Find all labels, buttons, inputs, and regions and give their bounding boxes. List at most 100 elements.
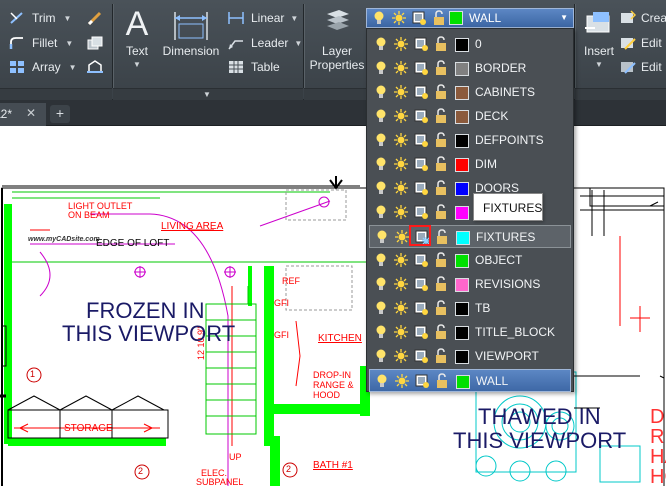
freeze-sun-icon[interactable] (391, 10, 407, 26)
lock-icon[interactable] (433, 84, 449, 100)
layer-row[interactable]: DIM (369, 153, 571, 176)
freeze-sun-icon[interactable] (394, 373, 410, 389)
lock-icon[interactable] (433, 36, 449, 52)
layer-row[interactable]: VIEWPORT (369, 345, 571, 368)
array-dropdown-arrow[interactable]: ▼ (69, 63, 77, 72)
layer-dropdown-current[interactable]: WALL ▼ (366, 8, 574, 28)
viewport-freeze-icon[interactable] (413, 132, 429, 148)
on-off-bulb-icon[interactable] (373, 324, 389, 340)
lock-icon[interactable] (433, 108, 449, 124)
on-off-bulb-icon[interactable] (373, 132, 389, 148)
viewport-freeze-icon[interactable] (413, 300, 429, 316)
lock-icon[interactable] (433, 324, 449, 340)
annotation-expand-arrow[interactable]: ▼ (203, 90, 211, 99)
on-off-bulb-icon[interactable] (373, 156, 389, 172)
freeze-sun-icon[interactable] (393, 108, 409, 124)
insert-button[interactable]: Insert ▼ (579, 6, 619, 69)
dropdown-arrow-icon[interactable]: ▼ (560, 13, 568, 22)
annotation-panel-footer[interactable]: ▼ (113, 88, 303, 100)
text-button[interactable]: A Text ▼ (119, 6, 155, 69)
on-off-bulb-icon[interactable] (373, 180, 389, 196)
trim-dropdown-arrow[interactable]: ▼ (64, 14, 72, 23)
layer-row[interactable]: REVISIONS (369, 273, 571, 296)
layer-row[interactable]: TITLE_BLOCK (369, 321, 571, 344)
on-off-bulb-icon[interactable] (374, 373, 390, 389)
layer-row[interactable]: FIXTURES (369, 225, 571, 248)
freeze-sun-icon[interactable] (393, 132, 409, 148)
freeze-sun-icon[interactable] (393, 60, 409, 76)
leader-dropdown-arrow[interactable]: ▼ (294, 39, 302, 48)
viewport-freeze-icon[interactable] (413, 252, 429, 268)
lock-icon[interactable] (434, 229, 450, 245)
freeze-sun-icon[interactable] (393, 300, 409, 316)
freeze-sun-icon[interactable] (393, 84, 409, 100)
edit-block-button[interactable]: Edit (619, 33, 662, 53)
layer-row[interactable]: WALL (369, 369, 571, 392)
freeze-sun-icon[interactable] (393, 204, 409, 220)
new-tab-button[interactable]: + (50, 105, 70, 123)
document-tab[interactable]: a2* ✕ (0, 103, 46, 126)
trim-button[interactable]: Trim ▼ (8, 8, 71, 28)
on-off-bulb-icon[interactable] (371, 10, 387, 26)
on-off-bulb-icon[interactable] (373, 348, 389, 364)
viewport-freeze-icon[interactable] (413, 204, 429, 220)
on-off-bulb-icon[interactable] (373, 276, 389, 292)
freeze-sun-icon[interactable] (393, 252, 409, 268)
freeze-sun-icon[interactable] (394, 229, 410, 245)
lock-icon[interactable] (433, 348, 449, 364)
erase-icon[interactable] (86, 10, 104, 31)
layer-row[interactable]: CABINETS (369, 81, 571, 104)
lock-icon[interactable] (433, 60, 449, 76)
freeze-sun-icon[interactable] (393, 180, 409, 196)
stretch-icon[interactable] (86, 59, 104, 80)
viewport-freeze-icon[interactable] (413, 84, 429, 100)
on-off-bulb-icon[interactable] (374, 229, 390, 245)
viewport-freeze-icon[interactable] (413, 156, 429, 172)
lock-icon[interactable] (433, 300, 449, 316)
layer-row[interactable]: BORDER (369, 57, 571, 80)
viewport-freeze-icon[interactable] (414, 373, 430, 389)
fillet-dropdown-arrow[interactable]: ▼ (65, 39, 73, 48)
on-off-bulb-icon[interactable] (373, 84, 389, 100)
on-off-bulb-icon[interactable] (373, 252, 389, 268)
viewport-freeze-icon[interactable] (413, 348, 429, 364)
on-off-bulb-icon[interactable] (373, 60, 389, 76)
copy-icon[interactable] (86, 35, 104, 56)
lock-icon[interactable] (433, 156, 449, 172)
layer-row[interactable]: 0 (369, 33, 571, 56)
viewport-freeze-icon[interactable] (413, 108, 429, 124)
viewport-freeze-icon[interactable] (413, 276, 429, 292)
linear-dropdown-arrow[interactable]: ▼ (290, 14, 298, 23)
freeze-sun-icon[interactable] (393, 324, 409, 340)
highlighted-viewport-freeze-toggle[interactable] (409, 225, 431, 246)
viewport-freeze-icon[interactable] (411, 10, 427, 26)
fillet-button[interactable]: Fillet ▼ (8, 33, 73, 53)
create-block-button[interactable]: Crea (619, 8, 666, 28)
freeze-sun-icon[interactable] (393, 348, 409, 364)
lock-icon[interactable] (433, 180, 449, 196)
layer-row[interactable]: DEFPOINTS (369, 129, 571, 152)
array-button[interactable]: Array ▼ (8, 57, 77, 77)
viewport-freeze-icon[interactable] (413, 60, 429, 76)
linear-button[interactable]: Linear ▼ (227, 8, 298, 28)
layer-row[interactable]: OBJECT (369, 249, 571, 272)
on-off-bulb-icon[interactable] (373, 300, 389, 316)
edit-attributes-button[interactable]: Edit (619, 57, 662, 77)
leader-button[interactable]: Leader ▼ (227, 33, 302, 53)
lock-icon[interactable] (433, 276, 449, 292)
on-off-bulb-icon[interactable] (373, 204, 389, 220)
freeze-sun-icon[interactable] (393, 36, 409, 52)
layer-properties-button[interactable]: Layer Properties (308, 6, 366, 72)
viewport-freeze-icon[interactable] (413, 324, 429, 340)
lock-icon[interactable] (434, 373, 450, 389)
lock-icon[interactable] (431, 10, 447, 26)
layer-row[interactable]: TB (369, 297, 571, 320)
on-off-bulb-icon[interactable] (373, 108, 389, 124)
on-off-bulb-icon[interactable] (373, 36, 389, 52)
table-button[interactable]: Table (227, 57, 280, 77)
freeze-sun-icon[interactable] (393, 156, 409, 172)
lock-icon[interactable] (433, 252, 449, 268)
freeze-sun-icon[interactable] (393, 276, 409, 292)
layer-row[interactable]: DECK (369, 105, 571, 128)
lock-icon[interactable] (433, 132, 449, 148)
